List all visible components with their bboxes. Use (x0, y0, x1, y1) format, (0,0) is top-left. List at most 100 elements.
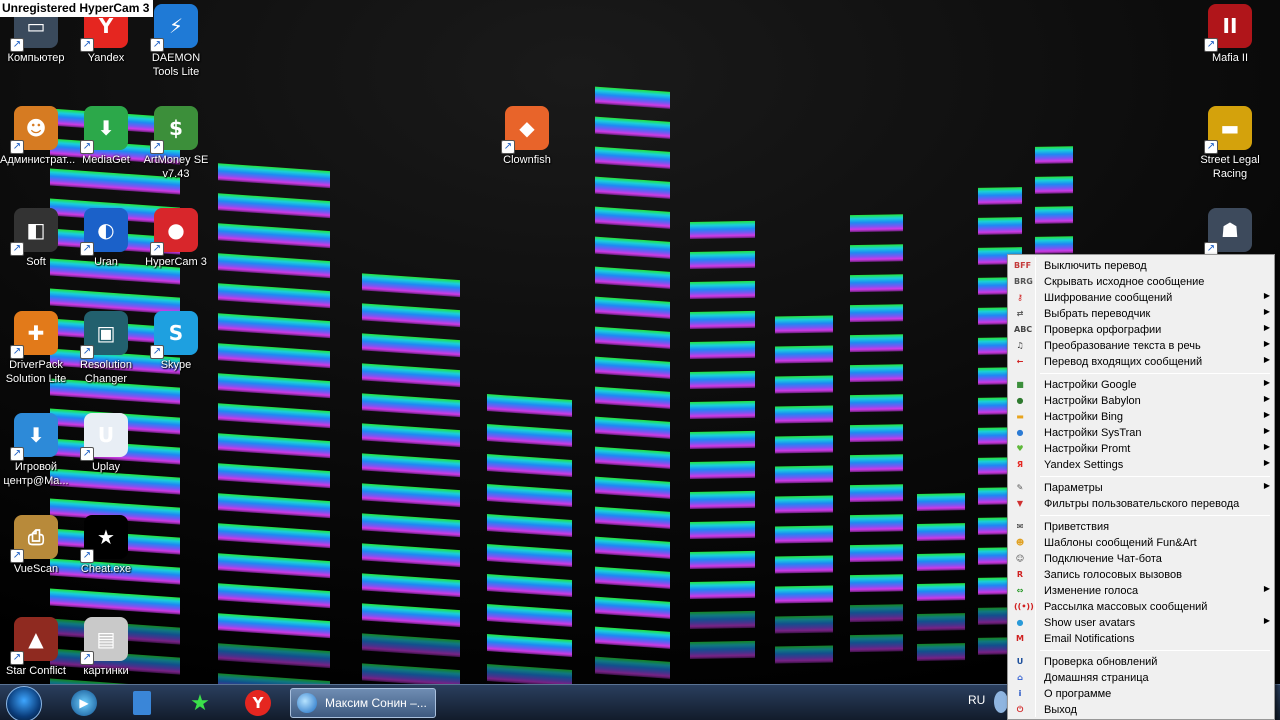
incoming-translation-icon: ← (1016, 357, 1024, 366)
menu-item[interactable]: ☻ Шаблоны сообщений Fun&Art (1010, 535, 1272, 551)
menu-item[interactable]: ⌂ Домашняя страница (1010, 670, 1272, 686)
menu-item[interactable]: ■ Настройки Google ▶ (1010, 377, 1272, 393)
menu-item-label: Изменение голоса (1044, 585, 1139, 597)
street-legal-racing-icon: ▬ ↗ (1204, 106, 1252, 154)
equalizer-bar (917, 613, 965, 631)
equalizer-bar (690, 250, 755, 269)
desktop-icon[interactable]: ⎙ ↗ VueScan (0, 515, 72, 576)
desktop-icon-partial[interactable]: ☗ ↗ (1194, 208, 1266, 256)
choose-translator-icon: ⇄ (1016, 309, 1024, 318)
menu-item[interactable]: ● Настройки SysTran ▶ (1010, 425, 1272, 441)
yandex-taskbar-icon[interactable]: Y (236, 688, 280, 718)
desktop-icon-label: Компьютер (7, 52, 65, 64)
equalizer-bar (978, 187, 1022, 205)
equalizer-bar (850, 634, 903, 653)
menu-item-label: Преобразование текста в речь (1044, 340, 1201, 352)
menu-item[interactable]: ♫ Преобразование текста в речь ▶ (1010, 338, 1272, 354)
desktop-icon[interactable]: ☻ ↗ Администрат... (0, 106, 75, 167)
menu-item[interactable]: ▬ Настройки Bing ▶ (1010, 409, 1272, 425)
menu-item-label: Скрывать исходное сообщение (1044, 276, 1205, 288)
menu-item[interactable]: ⚷ Шифрование сообщений ▶ (1010, 290, 1272, 306)
menu-item[interactable]: M Email Notifications (1010, 631, 1272, 647)
start-button[interactable] (6, 686, 42, 720)
desktop-icon[interactable]: ✚ ↗ DriverPack Solution Lite (0, 311, 72, 386)
menu-item[interactable]: ✎ Параметры ▶ (1010, 480, 1272, 496)
skype-icon: S ↗ (150, 311, 198, 359)
equalizer-bar (690, 520, 755, 539)
shortcut-arrow-icon: ↗ (150, 345, 164, 359)
desktop-icon[interactable]: $ ↗ ArtMoney SE v7.43 (140, 106, 212, 181)
equalizer-bar (775, 435, 833, 454)
bing-icon: ▬ (1016, 412, 1024, 421)
submenu-arrow-icon: ▶ (1263, 442, 1270, 451)
menu-item[interactable]: ⏻ Выход (1010, 702, 1272, 718)
shortcut-arrow-icon: ↗ (150, 242, 164, 256)
desktop-icon[interactable]: ★ ↗ Cheat.exe (70, 515, 142, 576)
desktop-icon[interactable]: II ↗ Mafia II (1194, 4, 1266, 65)
menu-item[interactable]: ▼ Фильтры пользовательского перевода (1010, 496, 1272, 512)
explorer-taskbar-icon[interactable] (120, 688, 164, 718)
desktop-icon[interactable]: ▤ ↗ картинки (70, 617, 142, 678)
taskbar-window-button[interactable]: Максим Сонин –... (290, 688, 436, 718)
desktop-icon[interactable]: ● ↗ HyperCam 3 (140, 208, 212, 269)
menu-item[interactable]: ((•)) Рассылка массовых сообщений (1010, 599, 1272, 615)
desktop-icon[interactable]: ▲ ↗ Star Conflict (0, 617, 72, 678)
menu-item-label: Приветствия (1044, 521, 1110, 533)
equalizer-bar (978, 217, 1022, 235)
menu-item[interactable]: ● Show user avatars ▶ (1010, 615, 1272, 631)
tray-app-icon[interactable] (994, 691, 1008, 713)
context-menu: BFF Выключить перевод BRG Скрывать исходное… (1007, 254, 1275, 720)
menu-item-label: Настройки Babylon (1044, 395, 1141, 407)
soldier-game-icon: ☗ ↗ (1204, 208, 1252, 256)
submenu-arrow-icon: ▶ (1263, 291, 1270, 300)
desktop-icon[interactable]: ▬ ↗ Street Legal Racing (1194, 106, 1266, 181)
menu-item-label: Проверка орфографии (1044, 324, 1162, 336)
desktop-icon-label: Uran (94, 256, 118, 268)
menu-item[interactable]: R Запись голосовых вызовов (1010, 567, 1272, 583)
menu-item[interactable]: ← Перевод входящих сообщений ▶ (1010, 354, 1272, 370)
submenu-arrow-icon: ▶ (1263, 458, 1270, 467)
menu-item[interactable]: BRG Скрывать исходное сообщение (1010, 274, 1272, 290)
equalizer-bar (775, 315, 833, 334)
language-indicator[interactable]: RU (968, 693, 985, 707)
equalizer-bar (690, 220, 755, 239)
desktop-icon[interactable]: ⬇ ↗ MediaGet (70, 106, 142, 167)
artmoney-icon: $ ↗ (150, 106, 198, 154)
desktop-icon[interactable]: S ↗ Skype (140, 311, 212, 372)
menu-item-label: Настройки SysTran (1044, 427, 1142, 439)
equalizer-bar (775, 495, 833, 514)
cheat-star-taskbar-icon[interactable]: ★ (178, 688, 222, 718)
menu-item[interactable]: ⇔ Изменение голоса ▶ (1010, 583, 1272, 599)
equalizer-bar (850, 364, 903, 383)
filter-icon: ▼ (1016, 499, 1024, 508)
equalizer-bar (690, 460, 755, 479)
menu-item[interactable]: ⇄ Выбрать переводчик ▶ (1010, 306, 1272, 322)
menu-item[interactable]: ♥ Настройки Promt ▶ (1010, 441, 1272, 457)
menu-item-label: Выбрать переводчик (1044, 308, 1151, 320)
menu-item-label: Шаблоны сообщений Fun&Art (1044, 537, 1197, 549)
menu-item[interactable]: ABC Проверка орфографии ▶ (1010, 322, 1272, 338)
desktop-icon[interactable]: ◐ ↗ Uran (70, 208, 142, 269)
shortcut-arrow-icon: ↗ (80, 140, 94, 154)
shortcut-arrow-icon: ↗ (10, 549, 24, 563)
media-player-taskbar-icon[interactable]: ▶ (62, 688, 106, 718)
menu-item[interactable]: ● Настройки Babylon ▶ (1010, 393, 1272, 409)
menu-item[interactable]: i О программе (1010, 686, 1272, 702)
record-calls-icon: R (1016, 570, 1024, 579)
menu-item-label: Подключение Чат-бота (1044, 553, 1162, 565)
menu-item[interactable]: U Проверка обновлений (1010, 654, 1272, 670)
desktop-icon[interactable]: ◆ ↗ Clownfish (491, 106, 563, 167)
menu-item[interactable]: BFF Выключить перевод (1010, 258, 1272, 274)
desktop-icon[interactable]: U ↗ Uplay (70, 413, 142, 474)
desktop-icon[interactable]: ▣ ↗ Resolution Changer (70, 311, 142, 386)
menu-item[interactable]: ✉ Приветствия (1010, 519, 1272, 535)
menu-separator (1040, 515, 1270, 516)
desktop-icon[interactable]: ⬇ ↗ Игровой центр@Ma... (0, 413, 72, 488)
desktop-icon-label: Soft (26, 256, 46, 268)
menu-item-label: Настройки Bing (1044, 411, 1124, 423)
menu-item[interactable]: ☺ Подключение Чат-бота (1010, 551, 1272, 567)
spellcheck-icon: ABC (1014, 325, 1033, 334)
menu-item[interactable]: Я Yandex Settings ▶ (1010, 457, 1272, 473)
desktop-icon[interactable]: ◧ ↗ Soft (0, 208, 72, 269)
submenu-arrow-icon: ▶ (1263, 584, 1270, 593)
